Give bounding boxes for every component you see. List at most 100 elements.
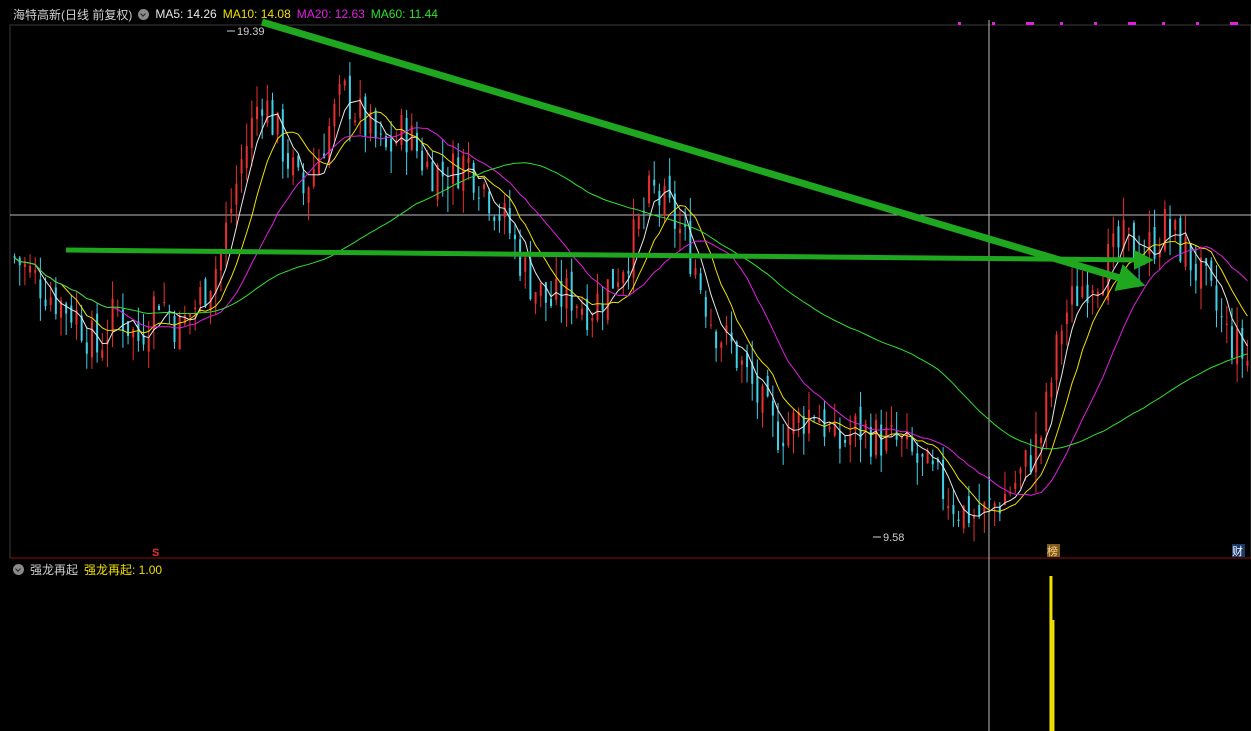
candle-body <box>132 328 135 338</box>
candle-body <box>627 270 630 274</box>
candle-body <box>1112 233 1115 247</box>
candle-body <box>895 431 898 440</box>
candle-body <box>302 172 305 194</box>
candle-body <box>921 453 924 457</box>
candle-body <box>596 293 599 321</box>
candle-body <box>1225 323 1228 326</box>
candle-body <box>44 299 47 307</box>
candle-body <box>467 157 470 164</box>
chart-marks: 19.39 9.58 S 榜 财 <box>65 18 1245 559</box>
candle-body <box>1019 468 1022 474</box>
candle-body <box>250 117 253 149</box>
trend-arrow-down <box>260 18 1146 292</box>
candle-body <box>1241 327 1244 359</box>
signal-dot <box>958 22 961 25</box>
candle-body <box>653 179 656 186</box>
candle-body <box>637 216 640 230</box>
candle-body <box>374 110 377 139</box>
candle-body <box>1194 264 1197 281</box>
candle-body <box>967 496 970 524</box>
candle-body <box>1014 482 1017 489</box>
candle-body <box>441 161 444 177</box>
candle-body <box>405 117 408 153</box>
candle-body <box>34 270 37 273</box>
candle-body <box>663 185 666 216</box>
candle-body <box>333 104 336 127</box>
candle-body <box>39 279 42 299</box>
ma5-line <box>14 99 1248 517</box>
candle-body <box>415 132 418 152</box>
low-price-label: 9.58 <box>883 532 904 544</box>
candle-body <box>1127 228 1130 230</box>
candle-body <box>23 263 26 268</box>
candle-body <box>792 412 795 435</box>
candle-body <box>194 307 197 310</box>
candle-body <box>235 183 238 205</box>
candle-body <box>1236 328 1239 365</box>
candle-body <box>1174 220 1177 231</box>
candle-body <box>756 376 759 403</box>
candle-body <box>838 430 841 449</box>
candle-body <box>240 159 243 174</box>
candle-body <box>508 208 511 234</box>
candle-body <box>338 83 341 95</box>
candle-body <box>348 75 351 120</box>
candle-body <box>575 306 578 308</box>
candle-body <box>111 298 114 333</box>
candle-body <box>720 342 723 348</box>
candle-body <box>828 427 831 430</box>
candle-body <box>286 153 289 169</box>
candle-body <box>101 350 104 358</box>
candle-body <box>988 497 991 501</box>
candle-body <box>740 360 743 365</box>
candle-body <box>519 239 522 276</box>
candle-body <box>1071 286 1074 305</box>
candle-body <box>890 424 893 428</box>
signal-dot <box>1196 22 1199 25</box>
candle-body <box>163 301 166 304</box>
candle-body <box>482 184 485 190</box>
candle-body <box>1076 286 1079 306</box>
ma60-line <box>14 162 1248 450</box>
candle-body <box>452 153 455 184</box>
candle-body <box>297 155 300 168</box>
signal-dot <box>1230 22 1238 25</box>
candle-body <box>178 315 181 350</box>
candle-body <box>147 337 150 352</box>
candle-body <box>312 168 315 187</box>
candle-body <box>807 409 810 434</box>
candle-body <box>261 109 264 116</box>
candle-body <box>1065 312 1068 325</box>
candle-body <box>1199 257 1202 289</box>
candle-body <box>1215 285 1218 311</box>
candle-body <box>844 439 847 443</box>
candle-body <box>869 427 872 457</box>
candle-body <box>1148 231 1151 255</box>
candle-body <box>364 96 367 136</box>
candle-body <box>1230 326 1233 359</box>
candlestick-chart[interactable]: 19.39 9.58 S 榜 财 <box>0 0 1251 731</box>
candle-body <box>931 460 934 465</box>
candle-body <box>90 320 93 358</box>
candle-body <box>158 305 161 310</box>
candle-body <box>65 303 68 314</box>
candle-body <box>431 161 434 192</box>
candle-body <box>668 175 671 198</box>
candle-body <box>580 308 583 315</box>
candle-body <box>70 305 73 323</box>
candle-body <box>947 505 950 509</box>
candle-body <box>1050 382 1053 398</box>
candle-body <box>488 191 491 214</box>
signal-dot <box>1128 22 1136 25</box>
signal-dot <box>1060 22 1063 25</box>
candle-body <box>1132 222 1135 259</box>
candle-body <box>761 385 764 413</box>
candle-body <box>911 437 914 452</box>
candle-body <box>885 427 888 451</box>
candle-body <box>49 297 52 306</box>
candle-body <box>926 450 929 464</box>
candle-body <box>29 265 32 273</box>
candle-body <box>1045 391 1048 432</box>
candle-body <box>204 279 207 307</box>
candle-body <box>1060 330 1063 345</box>
